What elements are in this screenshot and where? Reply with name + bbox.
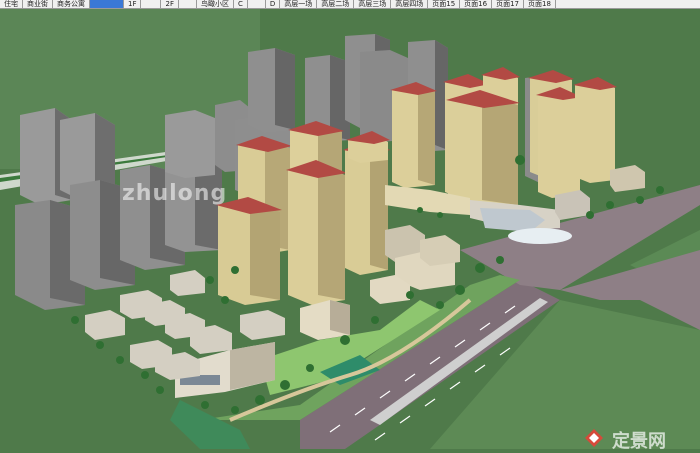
scene-tab[interactable]: 鸟瞰小区: [197, 0, 234, 8]
scene-tab[interactable]: 页面16: [460, 0, 493, 8]
scene-tab[interactable]: 页面18: [524, 0, 556, 8]
scene-tab[interactable]: 住宅: [0, 0, 23, 8]
scene-tab[interactable]: [248, 0, 266, 8]
watermark-bottom: 定景网: [612, 431, 666, 452]
plaza-canopy: [508, 228, 572, 244]
scene-tab[interactable]: 页面17: [492, 0, 525, 8]
scene-tab[interactable]: [179, 0, 197, 8]
aerial-scene: [0, 9, 700, 449]
scene-tab[interactable]: D: [266, 0, 281, 8]
scene-tab[interactable]: 页面15: [428, 0, 461, 8]
watermark-top: zhulong: [122, 181, 228, 206]
scene-tab[interactable]: 高层一场: [280, 0, 318, 8]
scene-tab[interactable]: [141, 0, 162, 8]
scene-tab-active[interactable]: [90, 0, 124, 8]
scene-tab[interactable]: 商业街: [23, 0, 53, 8]
scene-tab[interactable]: 2F: [161, 0, 179, 8]
scene-tab-bar: 住宅 商业街 商务公寓 1F 2F 鸟瞰小区 C D 高层一场 高层二场 高层三…: [0, 0, 700, 9]
model-viewport[interactable]: zhulong 定景网: [0, 9, 700, 452]
scene-tab[interactable]: C: [234, 0, 248, 8]
scene-tab[interactable]: 高层二场: [317, 0, 355, 8]
watermark-logo-icon: [585, 429, 603, 447]
scene-tab[interactable]: 高层四场: [391, 0, 429, 8]
scene-tab[interactable]: 商务公寓: [53, 0, 90, 8]
scene-tab[interactable]: 1F: [124, 0, 142, 8]
scene-tab[interactable]: 高层三场: [354, 0, 392, 8]
